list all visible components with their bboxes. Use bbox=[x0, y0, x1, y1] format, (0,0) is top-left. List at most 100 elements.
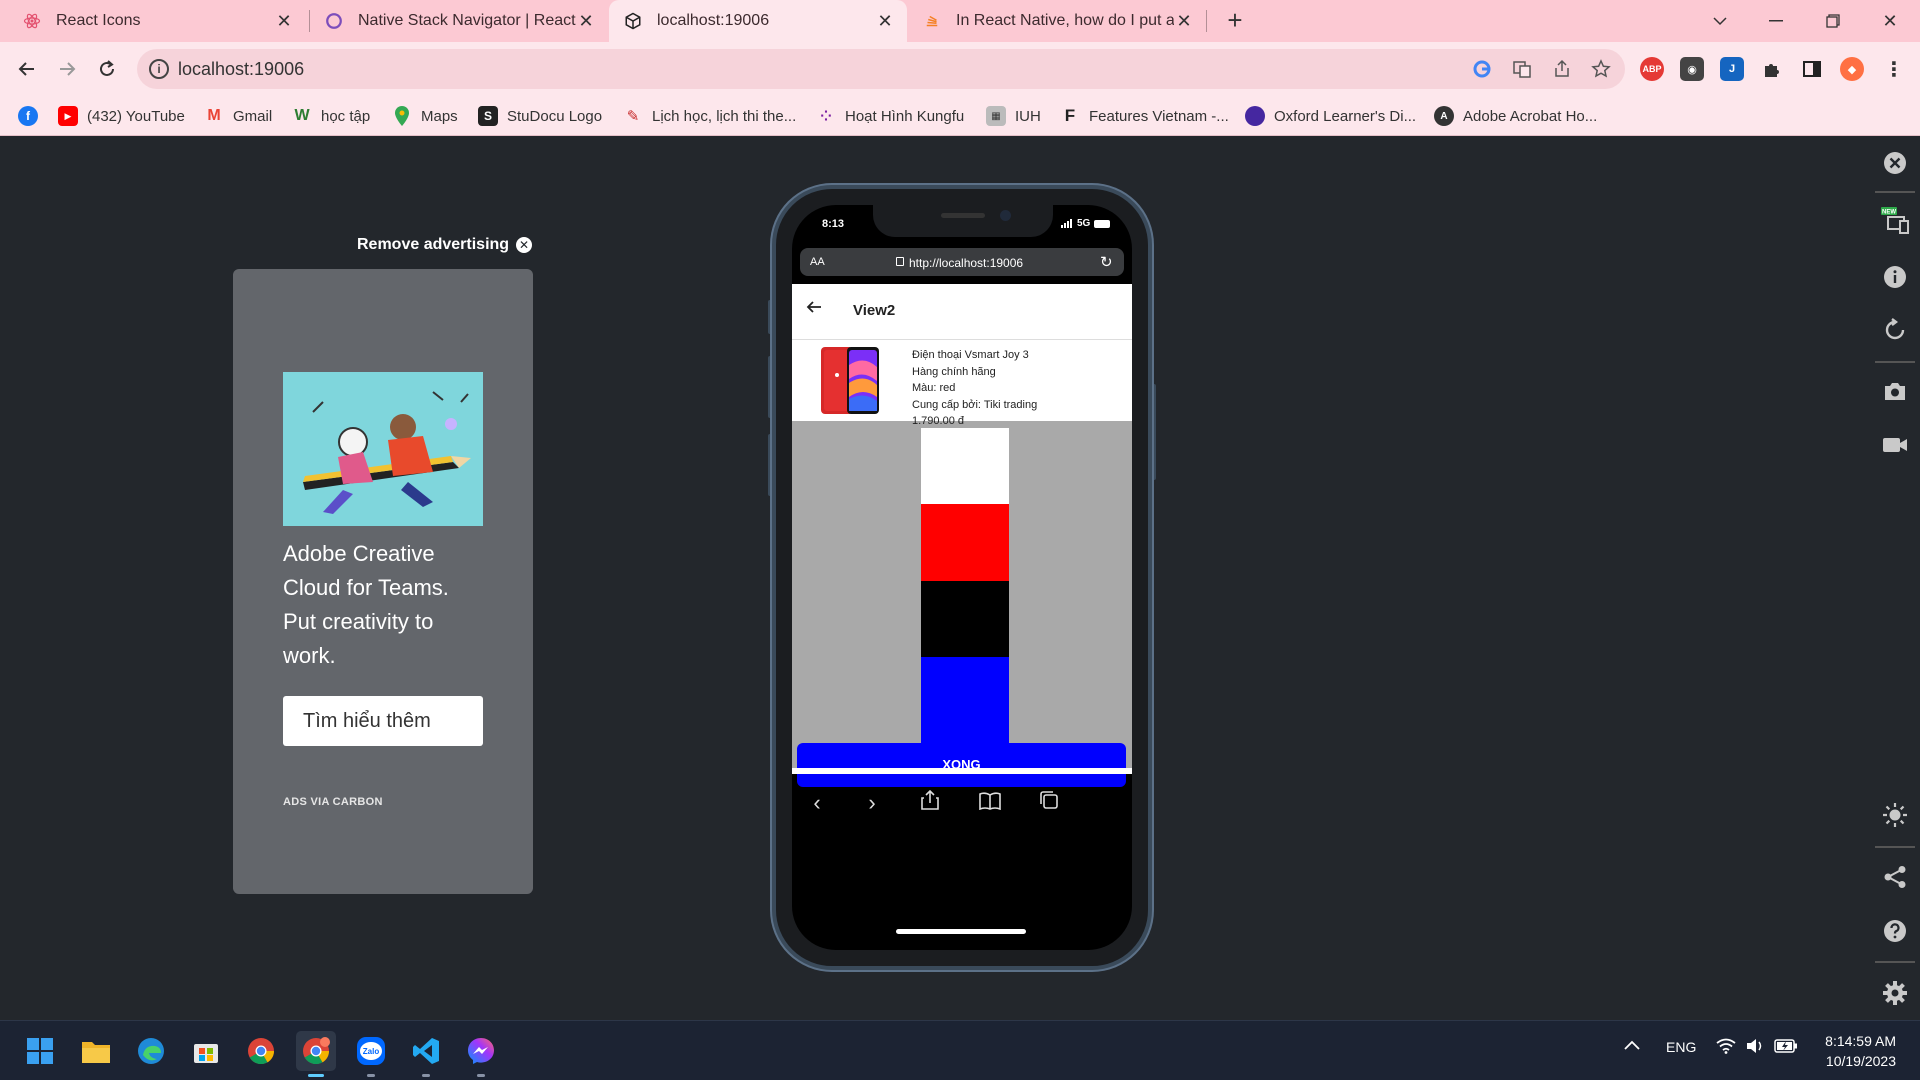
tab-close-icon[interactable]: ✕ bbox=[1174, 11, 1194, 31]
capture-icon[interactable]: ◉ bbox=[1680, 57, 1704, 81]
battery-charging-icon[interactable] bbox=[1774, 1039, 1798, 1056]
speaker bbox=[941, 213, 985, 218]
new-badge: NEW bbox=[1882, 210, 1896, 216]
fox-icon[interactable]: ◆ bbox=[1840, 57, 1864, 81]
camera-icon[interactable] bbox=[1880, 376, 1910, 406]
language-indicator[interactable]: ENG bbox=[1666, 1039, 1696, 1055]
bookmark-label: Maps bbox=[421, 107, 458, 125]
reader-aa-button[interactable]: AA bbox=[810, 256, 825, 268]
rotate-icon[interactable] bbox=[1880, 315, 1910, 345]
help-icon[interactable] bbox=[1880, 916, 1910, 946]
restore-icon[interactable] bbox=[1805, 0, 1861, 42]
bookmark-hoc-tap[interactable]: W học tập bbox=[292, 104, 370, 128]
vscode-icon[interactable] bbox=[406, 1031, 446, 1077]
bookmark-studocu[interactable]: S StuDocu Logo bbox=[478, 104, 602, 128]
product-supplier: Cung cấp bởi: Tiki trading bbox=[912, 398, 1038, 411]
address-text[interactable]: localhost:19006 bbox=[178, 59, 304, 80]
tab-native-stack[interactable]: Native Stack Navigator | React N ✕ bbox=[310, 0, 608, 42]
kebab-menu-icon[interactable]: ⋮ bbox=[1882, 57, 1906, 81]
wifi-icon[interactable] bbox=[1716, 1038, 1736, 1057]
bookmark-gmail[interactable]: M Gmail bbox=[204, 104, 272, 128]
address-bar[interactable]: i localhost:19006 bbox=[137, 49, 1625, 89]
messenger-icon[interactable] bbox=[461, 1031, 501, 1077]
minimize-icon[interactable] bbox=[1748, 0, 1804, 42]
tab-stackoverflow[interactable]: In React Native, how do I put a v ✕ bbox=[908, 0, 1206, 42]
battery-icon bbox=[1094, 219, 1111, 228]
ad-card[interactable]: Adobe Creative Cloud for Teams. Put crea… bbox=[233, 269, 533, 894]
puzzle-icon[interactable] bbox=[1760, 57, 1784, 81]
bookmark-star-icon[interactable] bbox=[1589, 57, 1613, 81]
bookmark-iuh[interactable]: ▦ IUH bbox=[986, 104, 1041, 128]
safari-bookmarks-icon[interactable] bbox=[977, 790, 1003, 816]
bookmark-label: Adobe Acrobat Ho... bbox=[1463, 107, 1598, 125]
close-icon[interactable] bbox=[1880, 148, 1910, 178]
edge-icon[interactable] bbox=[131, 1031, 171, 1071]
remove-advertising-link[interactable]: Remove advertising ✕ bbox=[357, 236, 533, 254]
color-swatch-black[interactable] bbox=[921, 581, 1009, 669]
windows-start-icon[interactable] bbox=[20, 1031, 60, 1071]
store-icon[interactable] bbox=[186, 1031, 226, 1071]
zalo-icon[interactable]: Zalo bbox=[351, 1031, 391, 1077]
safari-share-icon[interactable] bbox=[917, 789, 943, 816]
safari-tabs-icon[interactable] bbox=[1036, 790, 1062, 816]
color-swatch-red[interactable] bbox=[921, 504, 1009, 592]
tab-close-icon[interactable]: ✕ bbox=[274, 11, 294, 31]
sidepanel-icon[interactable] bbox=[1800, 57, 1824, 81]
brightness-icon[interactable] bbox=[1880, 800, 1910, 830]
ads-via-carbon-link[interactable]: ADS VIA CARBON bbox=[283, 796, 383, 808]
bookmark-acrobat[interactable]: A Adobe Acrobat Ho... bbox=[1434, 104, 1597, 128]
back-arrow-icon[interactable] bbox=[12, 54, 42, 84]
bookmark-features-vietnam[interactable]: F Features Vietnam -... bbox=[1060, 104, 1229, 128]
reload-icon[interactable] bbox=[92, 54, 122, 84]
ad-cta-button[interactable]: Tìm hiểu thêm bbox=[283, 696, 483, 746]
safari-forward-icon[interactable]: › bbox=[859, 790, 885, 816]
forward-arrow-icon[interactable] bbox=[52, 54, 82, 84]
safari-back-icon[interactable]: ‹ bbox=[804, 790, 830, 816]
remove-advertising-label: Remove advertising bbox=[357, 236, 510, 253]
reload-icon[interactable]: ↻ bbox=[1100, 253, 1113, 271]
bookmark-facebook[interactable]: f bbox=[18, 104, 47, 128]
bookmark-lich-hoc[interactable]: ✎ Lịch học, lịch thi the... bbox=[623, 104, 797, 128]
bookmark-label: học tập bbox=[321, 107, 371, 125]
share-icon[interactable] bbox=[1880, 862, 1910, 892]
translate-icon[interactable] bbox=[1510, 57, 1534, 81]
close-circle-icon: ✕ bbox=[516, 237, 533, 253]
settings-icon[interactable] bbox=[1880, 978, 1910, 1008]
video-icon[interactable] bbox=[1880, 430, 1910, 460]
j-extension-icon[interactable]: J bbox=[1720, 57, 1744, 81]
phone-notch bbox=[873, 205, 1053, 237]
browser-toolbar: i localhost:19006 ABP ◉ J ◆ ⋮ bbox=[0, 42, 1920, 96]
header-title: View2 bbox=[853, 302, 896, 319]
color-swatch-white[interactable] bbox=[921, 428, 1009, 516]
tab-close-icon[interactable]: ✕ bbox=[875, 11, 895, 31]
new-tab-plus-icon[interactable]: + bbox=[1222, 7, 1248, 34]
tab-search-chevron-icon[interactable] bbox=[1692, 0, 1748, 42]
tab-close-icon[interactable]: ✕ bbox=[576, 11, 596, 31]
volume-icon[interactable] bbox=[1746, 1038, 1764, 1057]
google-icon[interactable] bbox=[1470, 57, 1494, 81]
file-explorer-icon[interactable] bbox=[76, 1031, 116, 1071]
safari-address-bar[interactable]: AA http://localhost:19006 ↻ bbox=[800, 248, 1124, 276]
back-arrow-icon[interactable] bbox=[806, 298, 822, 321]
tab-localhost[interactable]: localhost:19006 ✕ bbox=[609, 0, 907, 42]
product-info: Điện thoại Vsmart Joy 3 Hàng chính hãng … bbox=[912, 347, 1037, 430]
site-info-icon[interactable]: i bbox=[149, 59, 169, 79]
share-icon[interactable] bbox=[1550, 57, 1574, 81]
bookmark-oxford[interactable]: Oxford Learner's Di... bbox=[1245, 104, 1416, 128]
window-close-icon[interactable]: ✕ bbox=[1862, 0, 1918, 42]
chrome-icon[interactable] bbox=[241, 1031, 281, 1071]
tray-overflow-chevron-icon[interactable] bbox=[1624, 1037, 1640, 1053]
color-swatch-blue[interactable] bbox=[921, 657, 1009, 745]
adblock-plus-icon[interactable]: ABP bbox=[1640, 57, 1664, 81]
bookmark-maps[interactable]: Maps bbox=[392, 104, 458, 128]
safari-url[interactable]: http://localhost:19006 bbox=[909, 256, 1023, 270]
tab-title: Native Stack Navigator | React N bbox=[358, 12, 576, 29]
bookmark-kungfu[interactable]: ⁘ Hoạt Hình Kungfu bbox=[816, 104, 964, 128]
tab-react-icons[interactable]: React Icons ✕ bbox=[0, 0, 306, 42]
system-clock[interactable]: 8:14:59 AM 10/19/2023 bbox=[1812, 1031, 1896, 1071]
device-icon[interactable]: NEW bbox=[1880, 206, 1910, 236]
bookmark-youtube[interactable]: ▶ (432) YouTube bbox=[58, 104, 185, 128]
info-icon[interactable] bbox=[1880, 262, 1910, 292]
chrome-active-icon[interactable] bbox=[296, 1031, 336, 1077]
ad-headline[interactable]: Adobe Creative Cloud for Teams. Put crea… bbox=[283, 537, 483, 673]
